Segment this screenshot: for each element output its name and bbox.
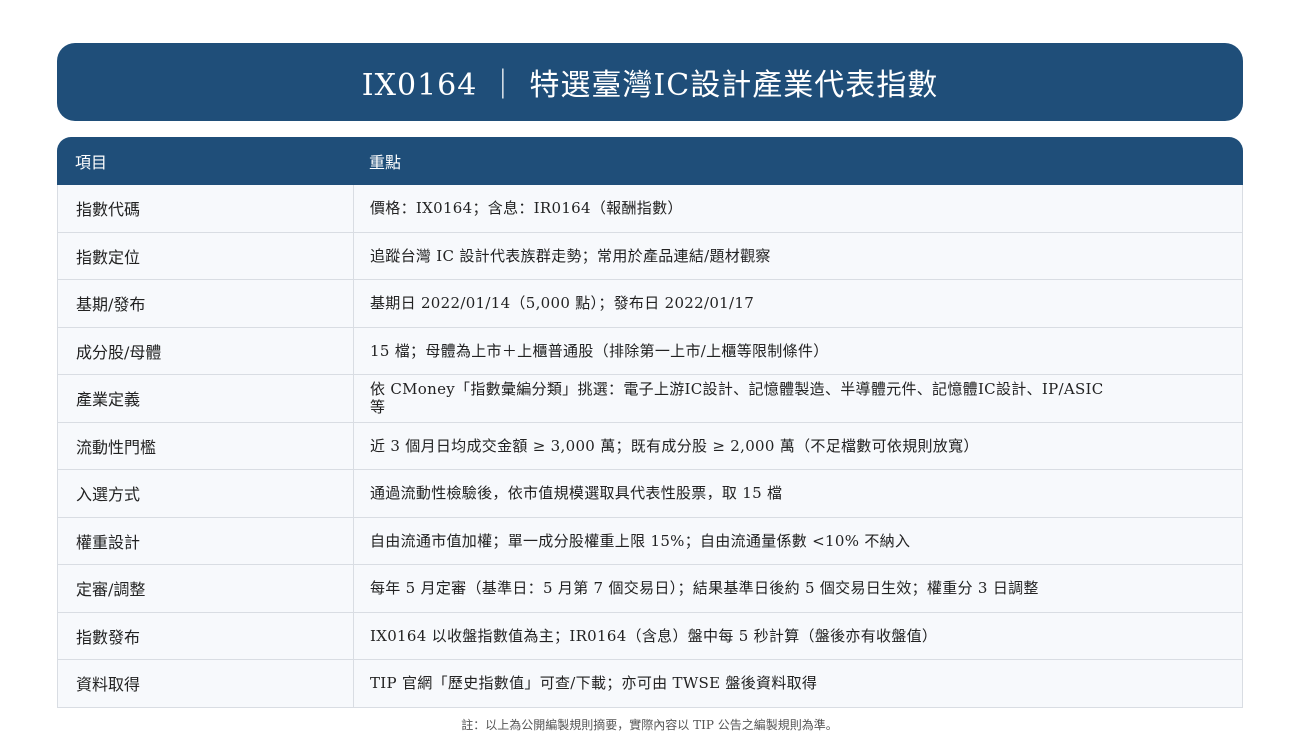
table-row: 成分股/母體 15 檔；母體為上市＋上櫃普通股（排除第一上市/上櫃等限制條件） [57,327,1243,375]
row-key: 入選方式 [58,470,354,517]
table-row: 定審/調整 每年 5 月定審（基準日：5 月第 7 個交易日）；結果基準日後約 … [57,565,1243,613]
header-item: 項目 [75,153,108,172]
table-row: 指數代碼 價格：IX0164；含息：IR0164（報酬指數） [57,185,1243,233]
table-row: 指數定位 追蹤台灣 IC 設計代表族群走勢；常用於產品連結/題材觀察 [57,232,1243,280]
header-key-point: 重點 [369,153,402,172]
row-key: 成分股/母體 [58,327,354,374]
row-value: 基期日 2022/01/14（5,000 點）；發布日 2022/01/17 [370,294,755,313]
row-key: 基期/發布 [58,280,354,327]
table-row: 資料取得 TIP 官網「歷史指數值」可查/下載；亦可由 TWSE 盤後資料取得 [57,660,1243,708]
footnote: 註：以上為公開編製規則摘要，實際內容以 TIP 公告之編製規則為準。 [461,718,838,732]
row-key: 產業定義 [58,375,354,422]
row-value: 依 CMoney「指數彙編分類」挑選：電子上游IC設計、記憶體製造、半導體元件、… [370,380,1104,417]
row-value: IX0164 以收盤指數值為主；IR0164（含息）盤中每 5 秒計算（盤後亦有… [370,626,938,645]
table-header: 項目 重點 [57,137,1243,185]
row-value: 自由流通市值加權；單一成分股權重上限 15%；自由流通量係數 <10% 不納入 [370,531,911,550]
row-key: 流動性門檻 [58,422,354,469]
row-value: 每年 5 月定審（基準日：5 月第 7 個交易日）；結果基準日後約 5 個交易日… [370,579,1039,598]
table-row: 流動性門檻 近 3 個月日均成交金額 ≥ 3,000 萬；既有成分股 ≥ 2,0… [57,422,1243,470]
table-row: 基期/發布 基期日 2022/01/14（5,000 點）；發布日 2022/0… [57,280,1243,328]
page-title-banner: IX0164 ｜ 特選臺灣IC設計產業代表指數 [57,43,1243,121]
row-key: 權重設計 [58,517,354,564]
rules-table: 項目 重點 指數代碼 價格：IX0164；含息：IR0164（報酬指數） 指數定… [57,137,1243,708]
row-key: 指數代碼 [58,185,354,232]
row-key: 定審/調整 [58,565,354,612]
row-value: TIP 官網「歷史指數值」可查/下載；亦可由 TWSE 盤後資料取得 [370,674,818,693]
row-key: 指數定位 [58,232,354,279]
row-value: 通過流動性檢驗後，依市值規模選取具代表性股票，取 15 檔 [370,484,783,503]
table-row: 入選方式 通過流動性檢驗後，依市值規模選取具代表性股票，取 15 檔 [57,470,1243,518]
table-row: 產業定義 依 CMoney「指數彙編分類」挑選：電子上游IC設計、記憶體製造、半… [57,375,1243,423]
page-title: IX0164 ｜ 特選臺灣IC設計產業代表指數 [361,68,939,103]
table-row: 指數發布 IX0164 以收盤指數值為主；IR0164（含息）盤中每 5 秒計算… [57,612,1243,660]
table-row: 權重設計 自由流通市值加權；單一成分股權重上限 15%；自由流通量係數 <10%… [57,517,1243,565]
row-key: 資料取得 [58,660,354,707]
row-value: 15 檔；母體為上市＋上櫃普通股（排除第一上市/上櫃等限制條件） [370,341,829,360]
row-value: 追蹤台灣 IC 設計代表族群走勢；常用於產品連結/題材觀察 [370,246,771,265]
row-value: 價格：IX0164；含息：IR0164（報酬指數） [370,199,683,218]
row-key: 指數發布 [58,612,354,659]
row-value: 近 3 個月日均成交金額 ≥ 3,000 萬；既有成分股 ≥ 2,000 萬（不… [370,436,979,455]
